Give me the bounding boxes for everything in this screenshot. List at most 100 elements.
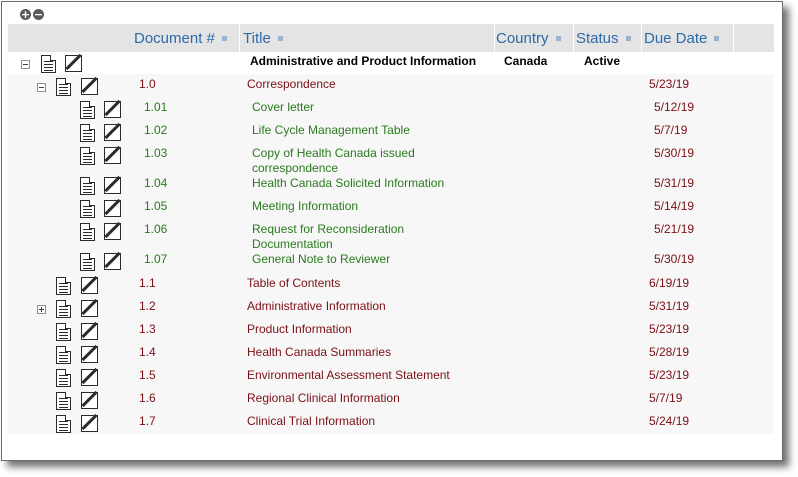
row-title[interactable]: Administrative Information (247, 299, 386, 313)
document-icon[interactable] (41, 55, 56, 73)
edit-icon[interactable] (65, 55, 82, 72)
sort-icon[interactable] (277, 35, 283, 41)
edit-icon[interactable] (81, 78, 98, 95)
edit-icon[interactable] (104, 124, 121, 141)
collapse-toggle-icon[interactable] (37, 83, 46, 92)
sort-icon[interactable] (221, 35, 227, 41)
tree-row[interactable]: 1.05 Meeting Information 5/14/19 (8, 196, 774, 219)
tree-row[interactable]: 1.06 Request for Reconsideration Documen… (8, 219, 774, 251)
edit-icon[interactable] (81, 369, 98, 386)
row-title[interactable]: Meeting Information (252, 199, 358, 213)
collapse-toggle-icon[interactable] (21, 60, 30, 69)
document-icon[interactable] (80, 101, 95, 119)
column-header-title[interactable]: Title (243, 24, 283, 52)
row-doc-number: 1.3 (139, 322, 156, 336)
sort-icon[interactable] (714, 35, 720, 41)
column-header-document-number[interactable]: Document # (134, 24, 227, 52)
tree-row[interactable]: 1.01 Cover letter 5/12/19 (8, 97, 774, 120)
row-doc-number: 1.03 (144, 146, 168, 160)
row-title[interactable]: Health Canada Summaries (247, 345, 391, 359)
edit-icon[interactable] (104, 177, 121, 194)
row-title[interactable]: Correspondence (247, 77, 336, 91)
column-header-status[interactable]: Status (576, 24, 631, 52)
edit-icon[interactable] (81, 346, 98, 363)
row-doc-number: 1.7 (139, 414, 156, 428)
tree-row-root[interactable]: Administrative and Product Information C… (8, 52, 774, 74)
document-icon[interactable] (56, 415, 71, 433)
tree-row[interactable]: 1.2 Administrative Information 5/31/19 (8, 296, 774, 319)
sort-icon[interactable] (625, 35, 631, 41)
tree-row[interactable]: 1.0 Correspondence 5/23/19 (8, 74, 774, 97)
row-title[interactable]: General Note to Reviewer (252, 252, 390, 266)
document-icon[interactable] (80, 253, 95, 271)
tree-row[interactable]: 1.7 Clinical Trial Information 5/24/19 (8, 411, 774, 434)
tree-row[interactable]: 1.6 Regional Clinical Information 5/7/19 (8, 388, 774, 411)
document-icon[interactable] (56, 323, 71, 341)
edit-icon[interactable] (81, 392, 98, 409)
row-due-date: 5/12/19 (654, 100, 695, 114)
row-title[interactable]: Request for Reconsideration (252, 222, 404, 236)
row-title[interactable]: Environmental Assessment Statement (247, 368, 450, 382)
edit-icon[interactable] (81, 300, 98, 317)
row-due-date: 5/23/19 (649, 368, 690, 382)
column-divider[interactable] (641, 24, 642, 52)
sort-icon[interactable] (555, 35, 561, 41)
collapse-all-icon[interactable]: − (33, 9, 44, 20)
tree-row[interactable]: 1.02 Life Cycle Management Table 5/7/19 (8, 120, 774, 143)
row-due-date: 5/31/19 (649, 299, 690, 313)
row-doc-number: 1.07 (144, 252, 168, 266)
row-doc-number: 1.5 (139, 368, 156, 382)
row-title[interactable]: Copy of Health Canada issued (252, 146, 415, 160)
row-due-date: 5/31/19 (654, 176, 695, 190)
edit-icon[interactable] (81, 323, 98, 340)
edit-icon[interactable] (104, 200, 121, 217)
document-icon[interactable] (56, 369, 71, 387)
row-title[interactable]: Life Cycle Management Table (252, 123, 410, 137)
edit-icon[interactable] (104, 253, 121, 270)
tree-row[interactable]: 1.04 Health Canada Solicited Information… (8, 173, 774, 196)
row-due-date: 5/23/19 (649, 322, 690, 336)
row-title[interactable]: Clinical Trial Information (247, 414, 375, 428)
column-divider[interactable] (573, 24, 574, 52)
tree-row[interactable]: 1.5 Environmental Assessment Statement 5… (8, 365, 774, 388)
row-title[interactable]: Table of Contents (247, 276, 340, 290)
document-icon[interactable] (56, 78, 71, 96)
expand-all-icon[interactable]: + (20, 9, 31, 20)
tree-row[interactable]: 1.03 Copy of Health Canada issued corres… (8, 143, 774, 175)
document-icon[interactable] (80, 147, 95, 165)
document-icon[interactable] (80, 177, 95, 195)
column-header-due-date[interactable]: Due Date (644, 24, 720, 52)
tree-row[interactable]: 1.4 Health Canada Summaries 5/28/19 (8, 342, 774, 365)
tree-row[interactable]: 1.3 Product Information 5/23/19 (8, 319, 774, 342)
tree-row[interactable]: 1.07 General Note to Reviewer 5/30/19 (8, 249, 774, 273)
document-icon[interactable] (80, 223, 95, 241)
row-doc-number: 1.04 (144, 176, 168, 190)
row-title[interactable]: Cover letter (252, 100, 314, 114)
row-due-date: 5/28/19 (649, 345, 690, 359)
row-title[interactable]: Health Canada Solicited Information (252, 176, 444, 190)
column-divider[interactable] (733, 24, 734, 52)
document-icon[interactable] (56, 300, 71, 318)
column-divider[interactable] (239, 24, 240, 52)
column-divider[interactable] (494, 24, 495, 52)
row-doc-number: 1.05 (144, 199, 168, 213)
edit-icon[interactable] (104, 223, 121, 240)
row-doc-number: 1.6 (139, 391, 156, 405)
row-due-date: 5/30/19 (654, 146, 695, 160)
edit-icon[interactable] (104, 147, 121, 164)
document-icon[interactable] (56, 277, 71, 295)
row-title[interactable]: Product Information (247, 322, 352, 336)
document-icon[interactable] (80, 200, 95, 218)
edit-icon[interactable] (104, 101, 121, 118)
document-icon[interactable] (80, 124, 95, 142)
row-due-date: 5/21/19 (654, 222, 695, 236)
edit-icon[interactable] (81, 415, 98, 432)
document-icon[interactable] (56, 392, 71, 410)
row-title[interactable]: Regional Clinical Information (247, 391, 400, 405)
document-icon[interactable] (56, 346, 71, 364)
expand-toggle-icon[interactable] (37, 305, 46, 314)
edit-icon[interactable] (81, 277, 98, 294)
column-header-country[interactable]: Country (496, 24, 561, 52)
tree-row[interactable]: 1.1 Table of Contents 6/19/19 (8, 273, 774, 296)
row-doc-number: 1.06 (144, 222, 168, 236)
